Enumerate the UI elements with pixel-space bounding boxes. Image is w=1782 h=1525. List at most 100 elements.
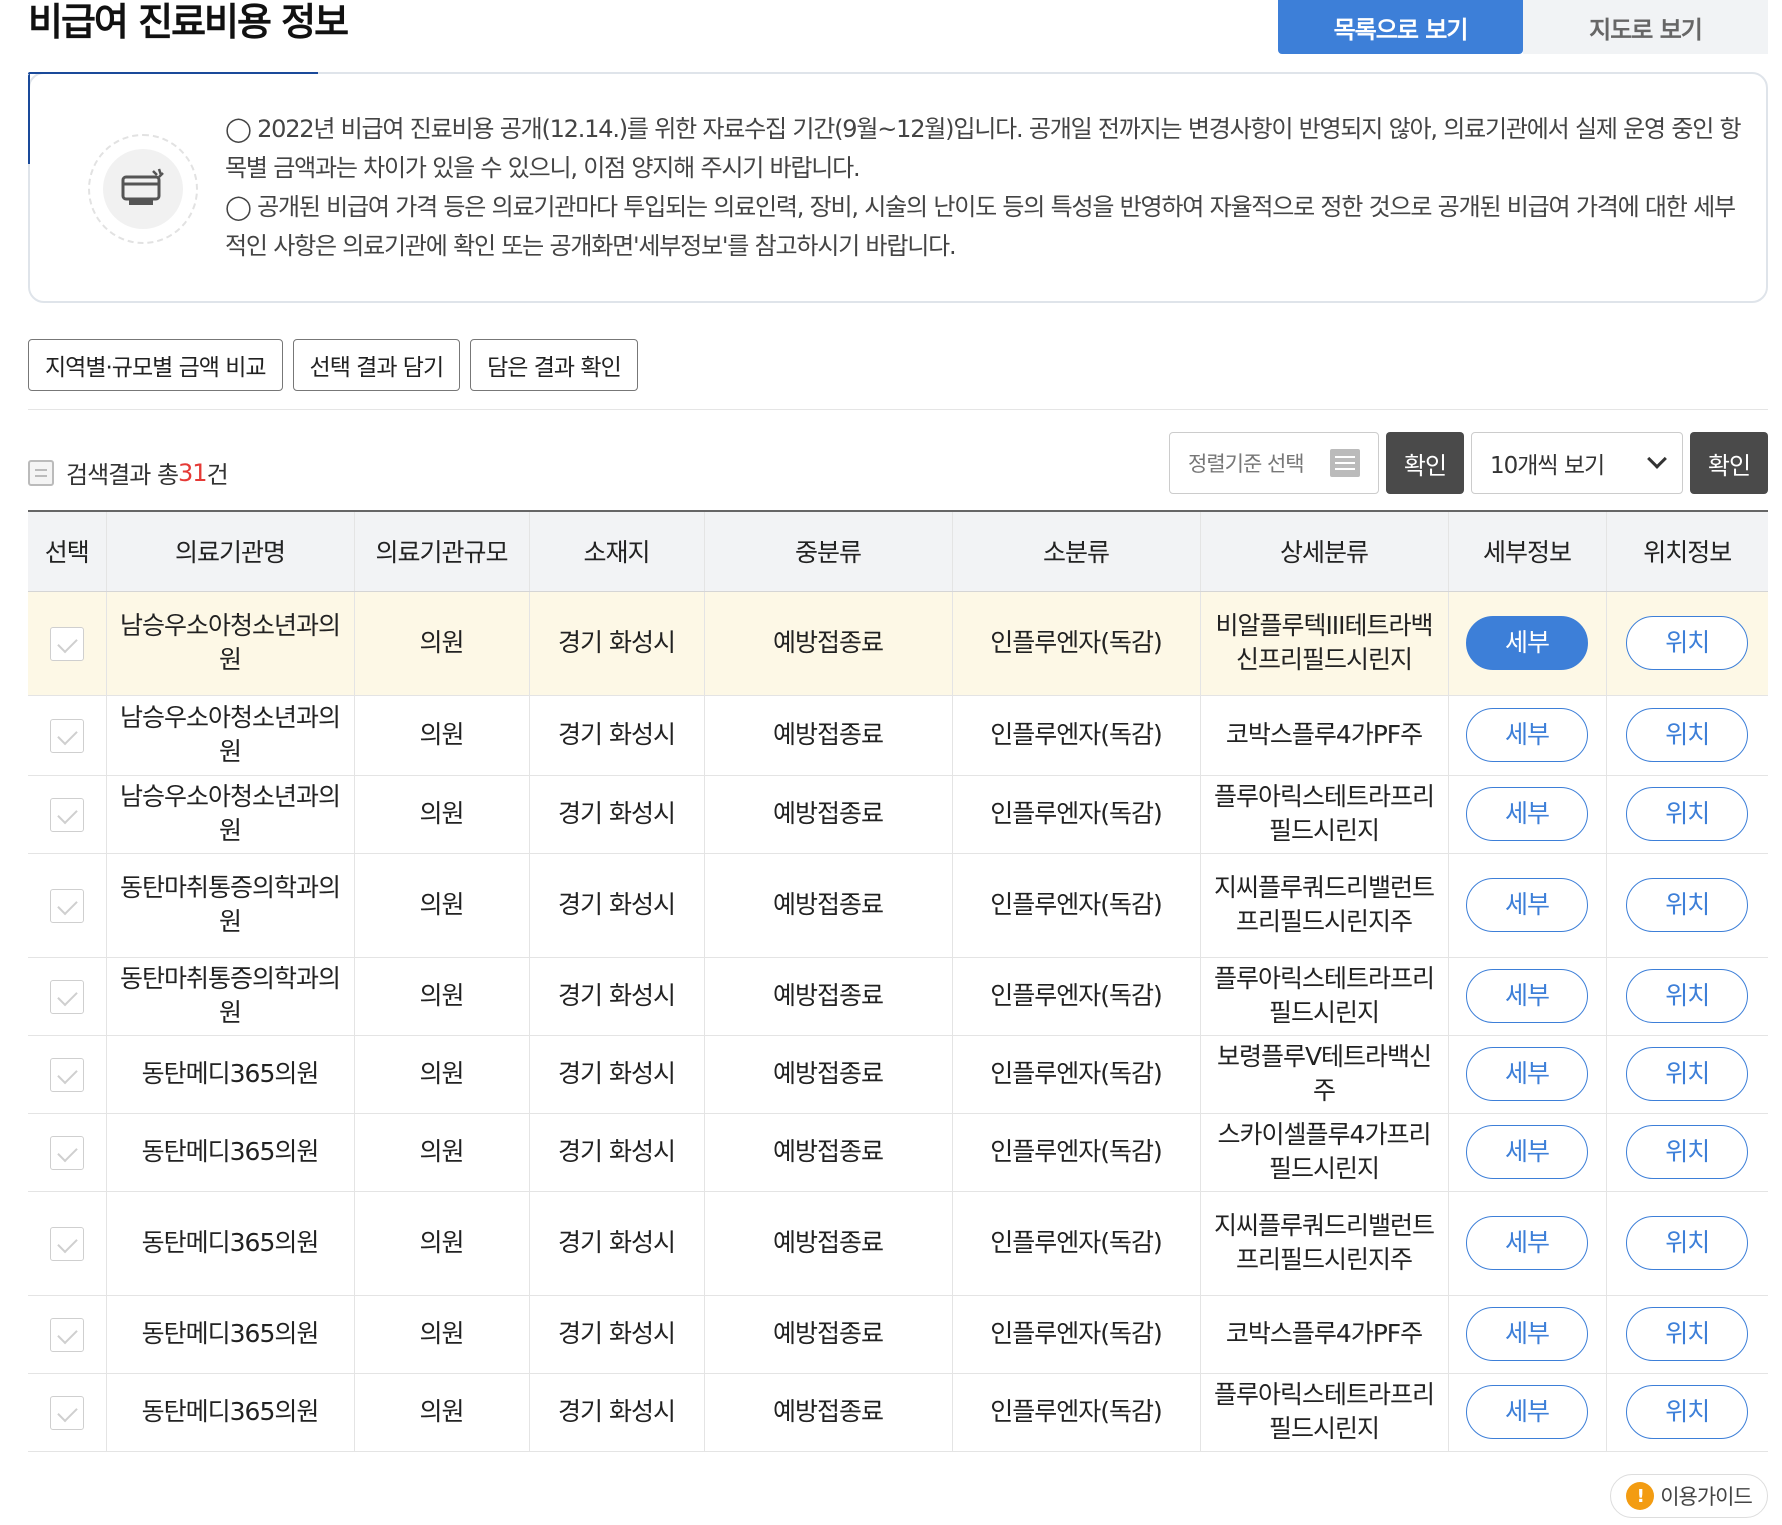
list-icon	[28, 459, 54, 486]
location-button[interactable]: 위치	[1626, 787, 1749, 841]
usage-guide-label: 이용가이드	[1660, 1485, 1753, 1509]
detail-info-cell: 세부	[1447, 1295, 1606, 1374]
detail-button[interactable]: 세부	[1466, 969, 1588, 1023]
tab-map-view[interactable]: 지도로 보기	[1523, 0, 1768, 54]
detail-info-cell: 세부	[1447, 695, 1606, 776]
card-payment-icon	[103, 149, 183, 229]
table-header-row: 선택 의료기관명 의료기관규모 소재지 중분류 소분류 상세분류 세부정보 위치…	[28, 510, 1768, 592]
row-checkbox[interactable]	[49, 626, 84, 661]
institution-size: 의원	[353, 1373, 529, 1452]
institution-location: 경기 화성시	[528, 1295, 704, 1374]
institution-location: 경기 화성시	[528, 1113, 704, 1192]
header-location-info: 위치정보	[1605, 510, 1768, 592]
list-controls: 정렬기준 선택 확인 10개씩 보기 확인	[1169, 432, 1768, 494]
header-size: 의료기관규모	[353, 510, 529, 592]
location-button[interactable]: 위치	[1626, 969, 1749, 1023]
mid-category: 예방접종료	[703, 1373, 952, 1452]
page-size-confirm-button[interactable]: 확인	[1690, 432, 1768, 494]
header-detail-info: 세부정보	[1447, 510, 1606, 592]
detail-info-cell: 세부	[1447, 853, 1606, 958]
detail-info-cell: 세부	[1447, 1035, 1606, 1114]
location-button[interactable]: 위치	[1626, 708, 1749, 762]
row-checkbox[interactable]	[49, 1317, 84, 1352]
notice-accent	[28, 72, 318, 74]
result-count: 31	[178, 458, 208, 487]
view-tabs: 목록으로 보기 지도로 보기	[1278, 0, 1768, 54]
table-row: 동탄마취통증의학과의원 의원 경기 화성시 예방접종료 인플루엔자(독감) 플루아릭스테트…	[28, 957, 1768, 1036]
location-button[interactable]: 위치	[1626, 1047, 1749, 1101]
row-select-cell	[28, 775, 106, 854]
compare-by-region-button[interactable]: 지역별·규모별 금액 비교	[28, 339, 283, 391]
tab-list-view[interactable]: 목록으로 보기	[1278, 0, 1523, 54]
row-checkbox[interactable]	[49, 1135, 84, 1170]
sort-placeholder: 정렬기준 선택	[1188, 452, 1305, 476]
usage-guide-button[interactable]: ! 이용가이드	[1610, 1474, 1768, 1518]
detail-button[interactable]: 세부	[1466, 708, 1588, 762]
detail-button[interactable]: 세부	[1466, 787, 1588, 841]
location-button[interactable]: 위치	[1626, 1125, 1749, 1179]
header-select: 선택	[28, 510, 106, 592]
institution-location: 경기 화성시	[528, 775, 704, 854]
location-info-cell: 위치	[1605, 1295, 1768, 1374]
row-checkbox[interactable]	[49, 1226, 84, 1261]
results-table: 선택 의료기관명 의료기관규모 소재지 중분류 소분류 상세분류 세부정보 위치…	[28, 510, 1768, 1452]
page-size-select[interactable]: 10개씩 보기	[1471, 432, 1683, 494]
sub-category: 인플루엔자(독감)	[951, 775, 1200, 854]
location-button[interactable]: 위치	[1626, 1307, 1749, 1361]
sort-confirm-button[interactable]: 확인	[1386, 432, 1464, 494]
row-checkbox[interactable]	[49, 888, 84, 923]
detail-button[interactable]: 세부	[1466, 1125, 1588, 1179]
detail-button[interactable]: 세부	[1466, 1216, 1588, 1270]
add-selected-button[interactable]: 선택 결과 담기	[292, 339, 461, 391]
sub-category: 인플루엔자(독감)	[951, 853, 1200, 958]
detail-button[interactable]: 세부	[1466, 616, 1588, 670]
row-select-cell	[28, 957, 106, 1036]
notice-box: ◯ 2022년 비급여 진료비용 공개(12.14.)를 위한 자료수집 기간(…	[28, 72, 1768, 303]
detail-category: 지씨플루쿼드리밸런트프리필드시린지주	[1199, 1191, 1448, 1296]
sub-category: 인플루엔자(독감)	[951, 1113, 1200, 1192]
location-button[interactable]: 위치	[1626, 1385, 1749, 1439]
location-button[interactable]: 위치	[1626, 878, 1749, 932]
detail-info-cell: 세부	[1447, 957, 1606, 1036]
table-row: 동탄메디365의원 의원 경기 화성시 예방접종료 인플루엔자(독감) 지씨플루쿼드리밸런…	[28, 1191, 1768, 1296]
chevron-down-icon	[1647, 449, 1667, 469]
location-info-cell: 위치	[1605, 1035, 1768, 1114]
row-select-cell	[28, 695, 106, 776]
institution-location: 경기 화성시	[528, 1035, 704, 1114]
header-mid-category: 중분류	[703, 510, 952, 592]
detail-button[interactable]: 세부	[1466, 1307, 1588, 1361]
row-checkbox[interactable]	[49, 979, 84, 1014]
sort-select[interactable]: 정렬기준 선택	[1169, 432, 1379, 494]
detail-category: 비알플루텍III테트라백신프리필드시린지	[1199, 591, 1448, 696]
detail-info-cell: 세부	[1447, 1113, 1606, 1192]
institution-name: 남승우소아청소년과의원	[105, 695, 354, 776]
institution-name: 동탄메디365의원	[105, 1035, 354, 1114]
detail-button[interactable]: 세부	[1466, 1385, 1588, 1439]
detail-info-cell: 세부	[1447, 1373, 1606, 1452]
institution-name: 동탄마취통증의학과의원	[105, 957, 354, 1036]
sub-category: 인플루엔자(독감)	[951, 695, 1200, 776]
institution-location: 경기 화성시	[528, 1373, 704, 1452]
sub-category: 인플루엔자(독감)	[951, 591, 1200, 696]
detail-category: 플루아릭스테트라프리필드시린지	[1199, 957, 1448, 1036]
location-button[interactable]: 위치	[1626, 616, 1749, 670]
location-button[interactable]: 위치	[1626, 1216, 1749, 1270]
location-info-cell: 위치	[1605, 1373, 1768, 1452]
institution-location: 경기 화성시	[528, 591, 704, 696]
detail-info-cell: 세부	[1447, 591, 1606, 696]
summary-suffix: 건	[206, 461, 229, 489]
divider	[28, 409, 1768, 410]
row-checkbox[interactable]	[49, 1057, 84, 1092]
detail-category: 코박스플루4가PF주	[1199, 1295, 1448, 1374]
detail-category: 스카이셀플루4가프리필드시린지	[1199, 1113, 1448, 1192]
row-checkbox[interactable]	[49, 1395, 84, 1430]
institution-name: 동탄메디365의원	[105, 1295, 354, 1374]
row-checkbox[interactable]	[49, 718, 84, 753]
row-checkbox[interactable]	[49, 797, 84, 832]
view-saved-button[interactable]: 담은 결과 확인	[470, 339, 638, 391]
header-sub-category: 소분류	[951, 510, 1200, 592]
location-info-cell: 위치	[1605, 591, 1768, 696]
detail-button[interactable]: 세부	[1466, 878, 1588, 932]
detail-info-cell: 세부	[1447, 1191, 1606, 1296]
detail-button[interactable]: 세부	[1466, 1047, 1588, 1101]
